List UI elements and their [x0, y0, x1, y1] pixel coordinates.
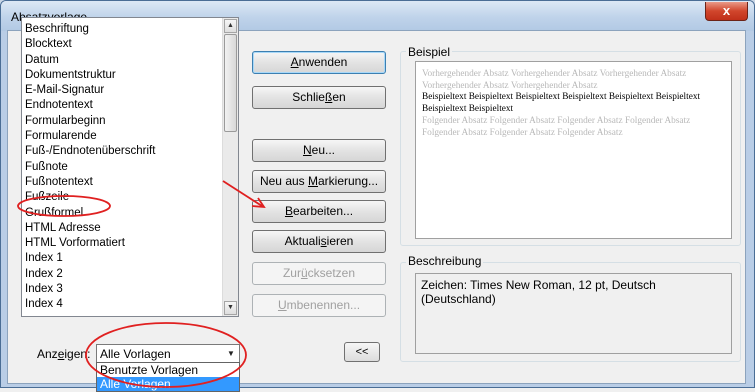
- new-style-button[interactable]: Neu...: [252, 139, 386, 162]
- style-list-item[interactable]: Fußnote: [22, 160, 222, 175]
- style-list-item[interactable]: Formularbeginn: [22, 114, 222, 129]
- style-list-item[interactable]: Datum: [22, 53, 222, 68]
- show-selected-value: Alle Vorlagen: [100, 347, 171, 361]
- apply-button[interactable]: Anwenden: [252, 51, 386, 74]
- style-list-item[interactable]: HTML Vorformatiert: [22, 236, 222, 251]
- scroll-thumb[interactable]: [224, 34, 237, 132]
- style-list-item[interactable]: Index 1: [22, 251, 222, 266]
- style-list-item[interactable]: E-Mail-Signatur: [22, 83, 222, 98]
- description-label: Beschreibung: [406, 254, 484, 268]
- close-dialog-button[interactable]: Schließen: [252, 86, 386, 109]
- preview-next-paragraph: Folgender Absatz Folgender Absatz Folgen…: [422, 115, 691, 138]
- scroll-down-arrow-icon[interactable]: ▼: [224, 301, 237, 315]
- style-list-item[interactable]: Fußnotentext: [22, 175, 222, 190]
- edit-style-button[interactable]: Bearbeiten...: [252, 200, 386, 223]
- preview-label: Beispiel: [406, 45, 453, 59]
- style-list-item[interactable]: Index 4: [22, 297, 222, 312]
- rename-style-button[interactable]: Umbenennen...: [252, 294, 386, 317]
- new-from-selection-button[interactable]: Neu aus Markierung...: [252, 170, 386, 193]
- style-list-item[interactable]: Dokumentstruktur: [22, 68, 222, 83]
- dropdown-option-selected[interactable]: Alle Vorlagen: [97, 377, 239, 391]
- chevron-down-icon[interactable]: ▼: [223, 345, 239, 363]
- reset-style-button[interactable]: Zurücksetzen: [252, 262, 386, 285]
- style-list-item[interactable]: Fuß-/Endnotenüberschrift: [22, 144, 222, 159]
- list-scrollbar[interactable]: ▲ ▼: [222, 18, 238, 316]
- style-list-item[interactable]: Blocktext: [22, 37, 222, 52]
- style-list-item[interactable]: Fußzeile: [22, 190, 222, 205]
- style-list: Beschriftung Blocktext Datum Dokumentstrukt…: [22, 22, 222, 313]
- style-list-item[interactable]: HTML Adresse: [22, 221, 222, 236]
- style-list-item[interactable]: Index 2: [22, 267, 222, 282]
- preview-previous-paragraph: Vorhergehender Absatz Vorhergehender Abs…: [422, 69, 687, 91]
- style-list-item[interactable]: Index 3: [22, 282, 222, 297]
- style-listbox[interactable]: Beschriftung Blocktext Datum Dokumentstrukt…: [21, 17, 239, 317]
- style-list-item[interactable]: Endnotentext: [22, 98, 222, 113]
- preview-sample-paragraph: Beispieltext Beispieltext Beispieltext B…: [422, 92, 701, 115]
- preview-box: Vorhergehender Absatz Vorhergehender Abs…: [415, 61, 732, 239]
- update-style-button[interactable]: Aktualisieren: [252, 230, 386, 253]
- close-button[interactable]: x: [705, 2, 748, 21]
- description-text: Zeichen: Times New Roman, 12 pt, Deutsch…: [421, 278, 656, 306]
- description-box: Zeichen: Times New Roman, 12 pt, Deutsch…: [415, 273, 732, 354]
- scroll-up-arrow-icon[interactable]: ▲: [224, 19, 237, 33]
- dropdown-option[interactable]: Benutzte Vorlagen: [97, 363, 239, 377]
- style-list-item[interactable]: Grußformel: [22, 206, 222, 221]
- show-combobox[interactable]: Alle Vorlagen ▼: [96, 344, 240, 364]
- style-list-item[interactable]: Beschriftung: [22, 22, 222, 37]
- show-label: Anzeigen:: [37, 347, 91, 361]
- close-icon: x: [722, 3, 731, 18]
- style-list-item[interactable]: Formularende: [22, 129, 222, 144]
- collapse-button[interactable]: <<: [344, 342, 380, 362]
